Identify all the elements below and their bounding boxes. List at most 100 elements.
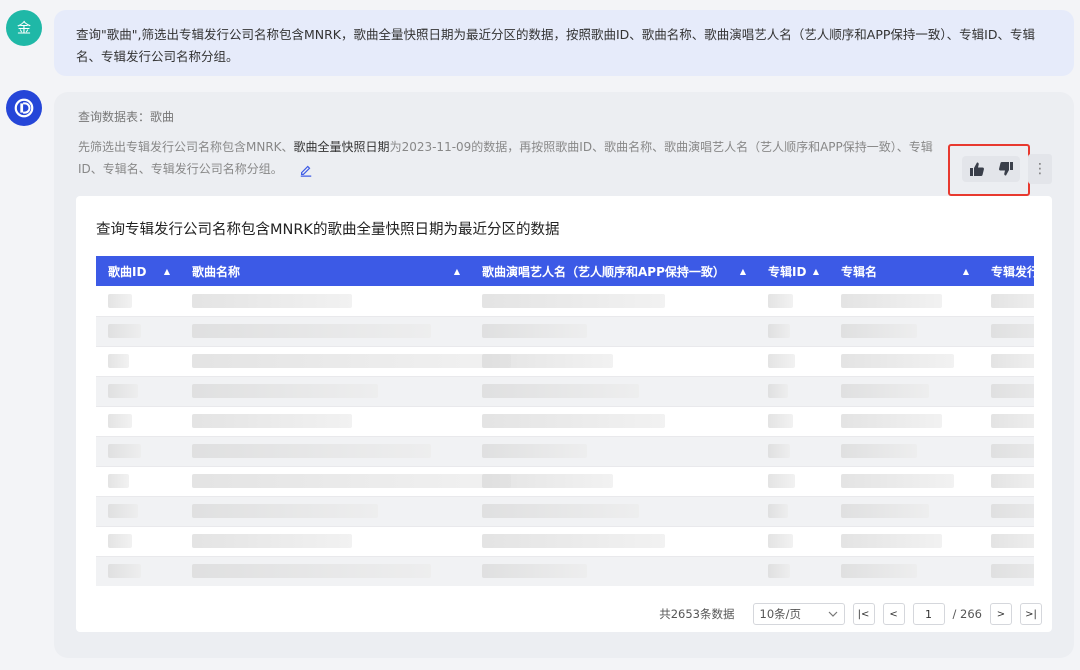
redacted-cell	[756, 346, 829, 377]
redacted-cell	[979, 556, 1034, 586]
sort-asc-icon[interactable]: ▲	[454, 267, 460, 276]
chevron-down-icon	[828, 611, 837, 617]
redacted-cell	[96, 556, 180, 586]
redacted-cell	[180, 556, 470, 586]
sort-asc-icon[interactable]: ▲	[164, 267, 170, 276]
next-page-button[interactable]: >	[990, 603, 1012, 625]
redacted-cell	[979, 466, 1034, 497]
redacted-cell	[829, 496, 979, 527]
redacted-cell	[96, 376, 180, 407]
redacted-cell	[756, 286, 829, 317]
sort-asc-icon[interactable]: ▲	[740, 267, 746, 276]
redacted-cell	[180, 316, 470, 347]
redacted-cell	[470, 556, 756, 586]
edit-icon[interactable]	[299, 163, 313, 177]
column-header-song-id[interactable]: 歌曲ID ▲	[96, 256, 180, 286]
explanation-text-pre: 先筛选出专辑发行公司名称包含MNRK、	[78, 140, 294, 154]
table-row	[96, 556, 1034, 586]
feedback-highlight-box	[948, 144, 1030, 196]
redacted-cell	[470, 466, 756, 497]
sort-asc-icon[interactable]: ▲	[813, 267, 819, 276]
redacted-cell	[180, 526, 470, 557]
redacted-cell	[829, 556, 979, 586]
thumbs-up-icon	[969, 162, 984, 176]
queried-table-label: 查询数据表：歌曲	[78, 110, 175, 124]
redacted-cell	[829, 526, 979, 557]
redacted-cell	[470, 286, 756, 317]
column-header-artist[interactable]: 歌曲演唱艺人名（艺人顺序和APP保持一致） ▲	[470, 256, 756, 286]
redacted-cell	[979, 496, 1034, 527]
redacted-cell	[96, 496, 180, 527]
redacted-cell	[96, 466, 180, 497]
redacted-cell	[180, 496, 470, 527]
page-size-value: 10条/页	[759, 607, 802, 621]
query-explanation: 先筛选出专辑发行公司名称包含MNRK、歌曲全量快照日期为2023-11-09的数…	[78, 136, 938, 180]
feedback-buttons	[962, 156, 1020, 182]
redacted-cell	[96, 436, 180, 467]
redacted-cell	[756, 466, 829, 497]
redacted-cell	[470, 316, 756, 347]
redacted-cell	[96, 346, 180, 377]
total-pages: / 266	[952, 607, 982, 621]
redacted-cell	[829, 406, 979, 437]
redacted-cell	[470, 376, 756, 407]
redacted-cell	[756, 496, 829, 527]
table-row	[96, 286, 1034, 317]
table-row	[96, 406, 1034, 437]
bot-answer-card: 查询数据表：歌曲 先筛选出专辑发行公司名称包含MNRK、歌曲全量快照日期为202…	[54, 92, 1074, 658]
table-row	[96, 436, 1034, 467]
redacted-cell	[979, 346, 1034, 377]
thumbs-down-button[interactable]	[997, 160, 1015, 178]
table-row	[96, 346, 1034, 377]
redacted-cell	[180, 466, 512, 497]
column-header-album-publisher[interactable]: 专辑发行	[979, 256, 1034, 286]
result-table: 歌曲ID ▲ 歌曲名称 ▲ 歌曲演唱艺人名（艺人顺序和APP保持一致） ▲ 专辑ID ▲…	[96, 256, 1034, 586]
thumbs-down-icon	[998, 162, 1013, 176]
prev-page-button[interactable]: <	[882, 603, 905, 625]
redacted-cell	[180, 436, 470, 467]
redacted-cell	[180, 406, 470, 437]
total-count: 共2653条数据	[659, 607, 735, 621]
redacted-cell	[180, 286, 470, 317]
column-header-album-name[interactable]: 专辑名 ▲	[829, 256, 979, 286]
more-options-button[interactable]: ⋮	[1028, 154, 1052, 184]
redacted-cell	[96, 316, 180, 347]
redacted-cell	[829, 316, 979, 347]
bot-avatar	[6, 90, 42, 126]
redacted-cell	[180, 346, 512, 377]
redacted-cell	[96, 286, 180, 317]
result-table-scroll[interactable]: 歌曲ID ▲ 歌曲名称 ▲ 歌曲演唱艺人名（艺人顺序和APP保持一致） ▲ 专辑ID ▲…	[96, 256, 1034, 586]
redacted-cell	[756, 436, 829, 467]
redacted-cell	[96, 526, 180, 557]
thumbs-up-button[interactable]	[968, 160, 986, 178]
page-number-input[interactable]	[912, 603, 945, 625]
redacted-cell	[979, 286, 1034, 317]
redacted-cell	[756, 376, 829, 407]
redacted-cell	[756, 526, 829, 557]
redacted-cell	[979, 316, 1034, 347]
result-title: 查询专辑发行公司名称包含MNRK的歌曲全量快照日期为最近分区的数据	[96, 222, 560, 238]
redacted-cell	[979, 406, 1034, 437]
last-page-button[interactable]: >|	[1020, 603, 1042, 625]
user-avatar: 金	[6, 10, 42, 46]
redacted-cell	[979, 436, 1034, 467]
redacted-cell	[979, 526, 1034, 557]
redacted-cell	[829, 376, 979, 407]
redacted-cell	[96, 406, 180, 437]
redacted-cell	[756, 406, 829, 437]
column-header-song-name[interactable]: 歌曲名称 ▲	[180, 256, 470, 286]
explanation-highlight: 歌曲全量快照日期	[293, 140, 390, 154]
column-header-album-id[interactable]: 专辑ID ▲	[756, 256, 829, 286]
table-row	[96, 526, 1034, 557]
bot-logo-icon	[14, 98, 34, 118]
first-page-button[interactable]: |<	[852, 603, 875, 625]
pagination: 共2653条数据 10条/页 |< < / 266 > >|	[659, 602, 1042, 626]
table-row	[96, 316, 1034, 347]
redacted-cell	[470, 436, 756, 467]
user-query-message: 查询"歌曲",筛选出专辑发行公司名称包含MNRK，歌曲全量快照日期为最近分区的数…	[54, 10, 1074, 76]
redacted-cell	[470, 406, 756, 437]
sort-asc-icon[interactable]: ▲	[963, 267, 969, 276]
page-size-select[interactable]: 10条/页	[752, 603, 845, 625]
redacted-cell	[470, 346, 756, 377]
table-row	[96, 496, 1034, 527]
